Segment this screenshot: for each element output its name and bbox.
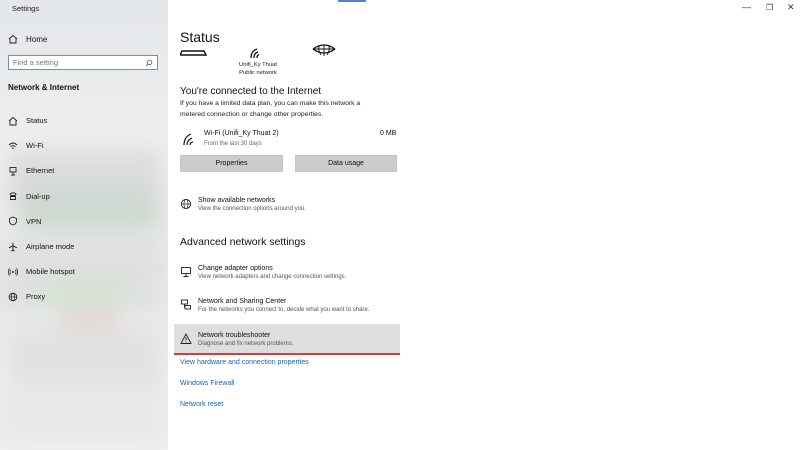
data-usage-button[interactable]: Data usage — [295, 155, 397, 172]
network-troubleshooter[interactable]: Network troubleshooter Diagnose and fix … — [180, 332, 293, 347]
sidebar-nav: Status Wi-Fi Ethernet Dial-up VPN Airpla… — [0, 108, 168, 310]
sharing-center-icon — [181, 299, 191, 310]
change-adapter-options[interactable]: Change adapter options View network adap… — [180, 265, 346, 280]
adapter-icon — [181, 267, 191, 277]
option-subtitle: View network adapters and change connect… — [198, 274, 347, 280]
sidebar-item-mobile-hotspot[interactable]: Mobile hotspot — [0, 259, 168, 284]
wifi-connection-icon — [183, 133, 194, 146]
sidebar-item-proxy[interactable]: Proxy — [0, 284, 168, 309]
ethernet-icon — [9, 167, 17, 176]
windows-firewall-link[interactable]: Windows Firewall — [180, 380, 234, 387]
option-subtitle: Diagnose and fix network problems. — [198, 341, 294, 347]
sidebar-item-label: Ethernet — [26, 166, 55, 176]
warning-icon — [180, 333, 192, 344]
sidebar-item-wifi[interactable]: Wi-Fi — [0, 133, 168, 158]
internet-globe-icon — [312, 44, 336, 56]
globe-icon — [8, 292, 18, 302]
home-icon — [8, 34, 18, 44]
search-input[interactable] — [13, 58, 133, 67]
sidebar-item-status[interactable]: Status — [0, 108, 168, 133]
connected-heading: You're connected to the Internet — [180, 86, 322, 97]
wifi-icon — [8, 142, 18, 149]
sidebar-item-airplane-mode[interactable]: Airplane mode — [0, 234, 168, 259]
home-label: Home — [26, 34, 48, 44]
sidebar-item-label: Status — [26, 116, 48, 126]
show-available-networks[interactable]: Show available networks View the connect… — [180, 197, 306, 212]
connection-row: Wi-Fi (Unifi_Ky Thuat 2) From the last 3… — [180, 128, 400, 152]
network-type: Public network — [239, 70, 277, 76]
connection-sub: From the last 30 days — [204, 141, 262, 147]
network-globe-icon — [180, 198, 192, 210]
sidebar-item-label: Proxy — [26, 292, 46, 302]
option-subtitle: View the connection options around you. — [198, 206, 306, 212]
search-icon — [145, 59, 153, 66]
section-title: Network & Internet — [8, 83, 80, 92]
airplane-icon — [8, 242, 18, 251]
connection-usage: 0 MB — [380, 130, 397, 137]
option-title: Network troubleshooter — [198, 332, 271, 339]
option-subtitle: For the networks you connect to, decide … — [198, 307, 370, 313]
sidebar: Settings Home Network & Internet Status … — [0, 0, 168, 450]
search-box[interactable] — [8, 55, 158, 70]
hotspot-icon — [8, 267, 18, 276]
connection-name: Wi-Fi (Unifi_Ky Thuat 2) — [204, 130, 279, 137]
network-reset-link[interactable]: Network reset — [180, 401, 223, 408]
sidebar-item-ethernet[interactable]: Ethernet — [0, 158, 168, 183]
properties-button[interactable]: Properties — [180, 155, 283, 172]
app-title: Settings — [12, 4, 40, 13]
network-name: Unifi_Ky Thuat — [239, 62, 277, 68]
pc-icon — [180, 50, 208, 56]
connected-desc-line-1: If you have a limited data plan, you can… — [180, 100, 361, 107]
home-status-icon — [8, 116, 18, 126]
sidebar-item-label: Wi-Fi — [26, 141, 44, 151]
sidebar-item-label: Dial-up — [26, 191, 50, 201]
main-content: Status Unifi_Ky Thuat Public network You… — [168, 0, 800, 450]
sidebar-item-label: Mobile hotspot — [26, 267, 75, 277]
dialup-icon — [9, 192, 17, 201]
wifi-signal-icon — [250, 48, 260, 59]
home-nav-item[interactable]: Home — [8, 32, 47, 46]
option-title: Network and Sharing Center — [198, 298, 287, 305]
advanced-heading: Advanced network settings — [180, 236, 306, 248]
connected-desc-line-2: metered connection or change other prope… — [180, 111, 324, 118]
view-hardware-link[interactable]: View hardware and connection properties — [180, 359, 309, 366]
sidebar-item-vpn[interactable]: VPN — [0, 209, 168, 234]
page-title: Status — [180, 29, 220, 45]
sidebar-item-label: VPN — [26, 216, 42, 226]
network-sharing-center[interactable]: Network and Sharing Center For the netwo… — [180, 298, 369, 313]
vpn-icon — [9, 216, 17, 226]
sidebar-item-dialup[interactable]: Dial-up — [0, 184, 168, 209]
sidebar-item-label: Airplane mode — [26, 242, 75, 252]
option-title: Show available networks — [198, 197, 276, 204]
highlight-underline — [174, 353, 400, 355]
option-title: Change adapter options — [198, 265, 273, 272]
